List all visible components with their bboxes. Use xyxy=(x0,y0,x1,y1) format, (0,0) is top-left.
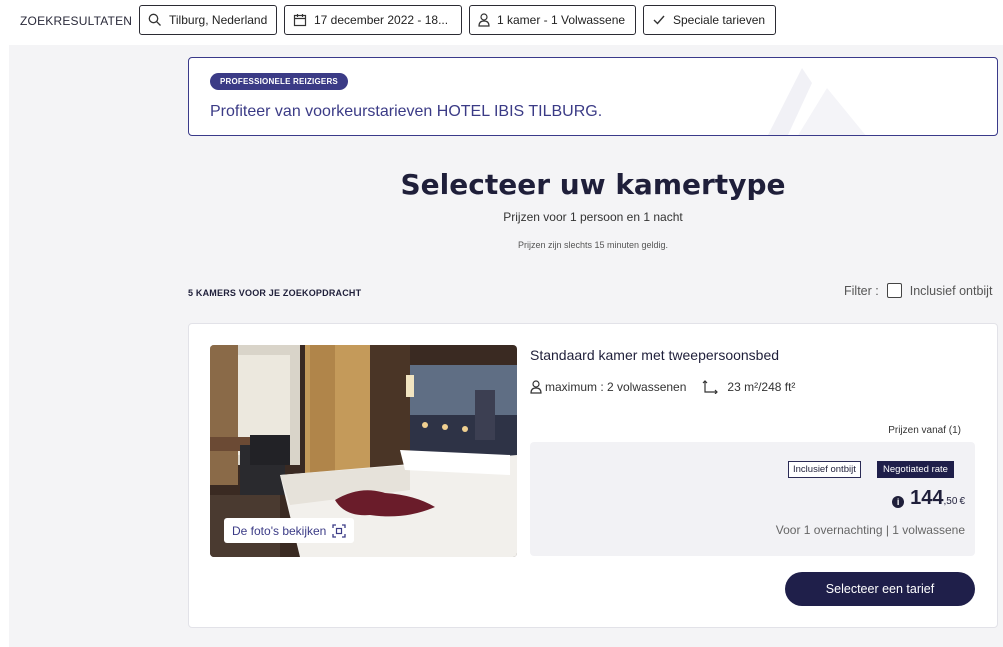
results-count: 5 KAMERS VOOR JE ZOEKOPDRACHT xyxy=(188,288,362,298)
calendar-icon xyxy=(293,14,307,27)
person-icon xyxy=(478,13,490,27)
view-photos-label: De foto's bekijken xyxy=(232,523,327,538)
check-icon xyxy=(653,15,665,25)
info-icon[interactable]: i xyxy=(892,496,905,508)
guests-value: 1 kamer - 1 Volwassene xyxy=(497,13,626,27)
page-title: Selecteer uw kamertype xyxy=(400,168,786,201)
person-icon xyxy=(530,380,542,394)
price-validity-note: Prijzen zijn slechts 15 minuten geldig. xyxy=(517,240,669,250)
room-size: 23 m²/248 ft² xyxy=(727,380,796,394)
location-field[interactable]: Tilburg, Nederland xyxy=(139,5,277,35)
dates-field[interactable]: 17 december 2022 - 18... xyxy=(284,5,462,35)
price-conditions: Voor 1 overnachting | 1 volwassene xyxy=(775,523,965,537)
area-icon xyxy=(702,380,719,394)
location-value: Tilburg, Nederland xyxy=(169,13,268,27)
breakfast-filter-checkbox[interactable] xyxy=(886,283,902,298)
page-subtitle: Prijzen voor 1 persoon en 1 nacht xyxy=(503,210,683,224)
expand-icon xyxy=(332,523,346,538)
prices-from-label: Prijzen vanaf (1) xyxy=(888,425,961,436)
room-name: Standaard kamer met tweepersoonsbed xyxy=(530,347,780,363)
room-price: i 144 ,50 € xyxy=(892,487,965,510)
promo-text: Profiteer van voorkeurstarieven HOTEL IB… xyxy=(210,103,603,120)
breakfast-filter[interactable]: Filter : Inclusief ontbijt xyxy=(844,283,992,298)
guests-field[interactable]: 1 kamer - 1 Volwassene xyxy=(469,5,636,35)
promo-banner: PROFESSIONELE REIZIGERS Profiteer van vo… xyxy=(188,57,998,136)
top-search-bar: ZOEKRESULTATEN Tilburg, Nederland 17 dec… xyxy=(0,0,1003,45)
price-currency: € xyxy=(959,496,965,507)
brand-watermark-icon xyxy=(768,68,866,135)
breakfast-filter-label[interactable]: Inclusief ontbijt xyxy=(910,284,993,298)
negotiated-rate-tag: Negotiated rate xyxy=(877,461,954,478)
special-rates-value: Speciale tarieven xyxy=(673,13,766,27)
dates-value: 17 december 2022 - 18... xyxy=(314,13,449,27)
view-photos-button[interactable]: De foto's bekijken xyxy=(224,518,355,543)
breadcrumb[interactable]: ZOEKRESULTATEN xyxy=(20,14,132,28)
special-rates-field[interactable]: Speciale tarieven xyxy=(643,5,776,35)
price-integer: 144 xyxy=(910,487,944,509)
room-meta: maximum : 2 volwassenen 23 m²/248 ft² xyxy=(530,380,795,394)
filter-label: Filter : xyxy=(844,283,879,298)
price-decimal: ,50 xyxy=(943,496,958,507)
room-capacity: maximum : 2 volwassenen xyxy=(545,380,687,394)
promo-badge: PROFESSIONELE REIZIGERS xyxy=(210,73,348,90)
select-rate-button[interactable]: Selecteer een tarief xyxy=(785,572,975,606)
breakfast-included-tag: Inclusief ontbijt xyxy=(788,461,861,478)
search-icon xyxy=(148,13,161,26)
